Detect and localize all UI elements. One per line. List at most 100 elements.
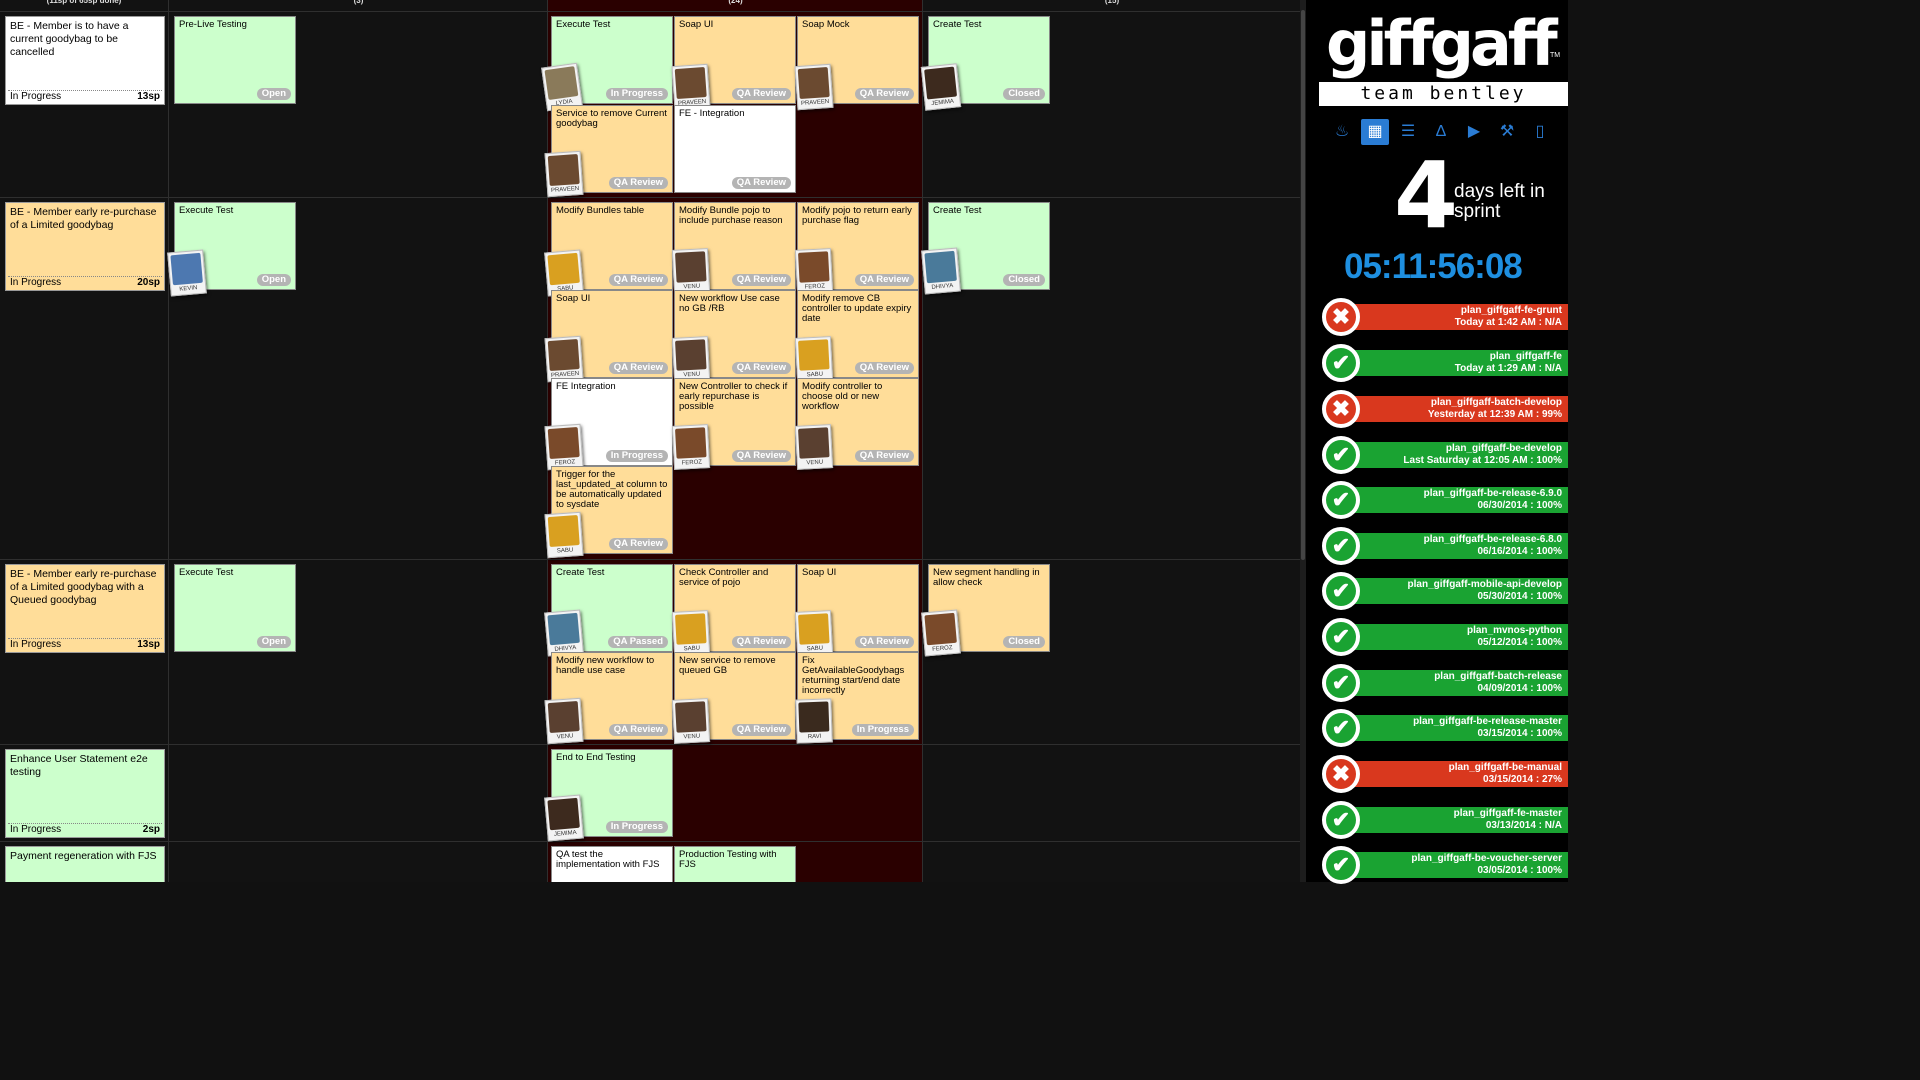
task-card[interactable]: Modify new workflow to handle use case Q… <box>544 652 673 745</box>
task-card[interactable]: New service to remove queued GB QA Revie… <box>671 652 796 744</box>
build-status-item[interactable]: plan_giffgaff-fe Today at 1:29 AM : N/A ✔ <box>1322 344 1568 382</box>
task-card[interactable]: Create Test Closed JEMIMA <box>920 16 1050 111</box>
build-plan-name: plan_giffgaff-mobile-api-develop <box>1407 579 1562 590</box>
task-card[interactable]: FE Integration In Progress FEROZ <box>544 378 673 471</box>
task-card[interactable]: End to End Testing In Progress JEMIMA <box>544 749 673 842</box>
build-status-item[interactable]: plan_mvnos-python 05/12/2014 : 100% ✔ <box>1322 618 1568 656</box>
days-left-label: days left in sprint <box>1454 181 1545 222</box>
task-card[interactable]: Modify controller to choose old or new w… <box>794 378 919 470</box>
build-status-item[interactable]: plan_giffgaff-be-release-6.8.0 06/16/2014… <box>1322 527 1568 565</box>
build-plan-detail: Last Saturday at 12:05 AM : 100% <box>1403 455 1562 466</box>
task-card[interactable]: Create Test QA Passed DHIVYA <box>544 564 673 657</box>
avatar-photo <box>924 66 958 100</box>
task-status-badge: QA Review <box>854 88 914 100</box>
task-card[interactable]: Fix GetAvailableGoodybags returning star… <box>795 652 919 744</box>
assignee-name: KEVIN <box>179 285 198 293</box>
build-status-item[interactable]: plan_giffgaff-fe-master 03/13/2014 : N/A … <box>1322 801 1568 839</box>
pass-check-icon: ✔ <box>1326 850 1356 880</box>
assignee-avatar: VENU <box>671 336 711 382</box>
task-card[interactable]: Modify pojo to return early purchase fla… <box>794 202 919 294</box>
task-status-badge: QA Review <box>854 362 914 374</box>
task-card[interactable]: Modify Bundles table QA Review SABU <box>544 202 673 297</box>
task-title: Pre-Live Testing <box>179 20 247 30</box>
book-icon[interactable]: ▯ <box>1526 119 1554 145</box>
build-plan-name: plan_giffgaff-be-voucher-server <box>1411 853 1562 864</box>
task-card[interactable]: Execute Test In Progress LYDIA <box>541 16 673 112</box>
grid-icon[interactable]: ▦ <box>1361 119 1389 145</box>
story-card[interactable]: BE - Member early re-purchase of a Limit… <box>5 202 165 291</box>
build-status-item[interactable]: plan_giffgaff-be-develop Last Saturday at… <box>1322 436 1568 474</box>
task-card[interactable]: Soap UI QA Review PRAVEEN <box>544 290 673 383</box>
task-card[interactable]: Pre-Live Testing Open <box>174 16 296 104</box>
story-status: In Progress <box>10 824 62 835</box>
build-plan-name: plan_giffgaff-be-release-master <box>1413 716 1562 727</box>
task-card[interactable]: QA test the implementation with FJS <box>551 846 673 882</box>
assignee-avatar: KEVIN <box>167 249 207 297</box>
avatar-photo <box>547 426 580 460</box>
row-divider <box>0 197 1300 198</box>
task-card[interactable]: Soap UI QA Review PRAVEEN <box>671 16 796 111</box>
build-plan-name: plan_giffgaff-fe-master <box>1453 808 1562 819</box>
row-divider <box>0 559 1300 560</box>
assignee-avatar: PRAVEEN <box>544 335 584 383</box>
story-points: 13sp <box>137 91 160 102</box>
avatar-photo <box>675 251 707 283</box>
task-card[interactable]: Soap UI QA Review SABU <box>794 564 919 656</box>
build-status-item[interactable]: plan_giffgaff-be-release-6.9.0 06/30/2014… <box>1322 481 1568 519</box>
story-title: BE - Member early re-purchase of a Limit… <box>10 568 157 606</box>
story-card[interactable]: BE - Member is to have a current goodyba… <box>5 16 165 105</box>
task-card[interactable]: FE - Integration QA Review <box>674 105 796 193</box>
task-card[interactable]: Create Test Closed DHIVYA <box>921 202 1050 295</box>
build-status-item[interactable]: plan_giffgaff-be-manual 03/15/2014 : 27% … <box>1322 755 1568 793</box>
build-plan-name: plan_giffgaff-fe-grunt <box>1460 305 1562 316</box>
build-status-item[interactable]: plan_giffgaff-be-release-master 03/15/201… <box>1322 709 1568 747</box>
team-name: team bentley <box>1319 82 1568 106</box>
task-card[interactable]: New workflow Use case no GB /RB QA Revie… <box>671 290 796 382</box>
build-plan-detail: 05/12/2014 : 100% <box>1477 637 1562 648</box>
build-status-item[interactable]: plan_giffgaff-batch-release 04/09/2014 : … <box>1322 664 1568 702</box>
task-card[interactable]: New segment handling in allow check Clos… <box>921 564 1050 657</box>
task-card[interactable]: Check Controller and service of pojo QA … <box>671 564 796 656</box>
build-plan-detail: 03/13/2014 : N/A <box>1485 820 1562 831</box>
assignee-avatar: SABU <box>671 610 711 656</box>
assignee-avatar: VENU <box>544 697 584 745</box>
task-card[interactable]: Modify remove CB controller to update ex… <box>794 290 919 382</box>
build-plan-name: plan_giffgaff-batch-release <box>1434 671 1562 682</box>
play-icon[interactable]: ▶ <box>1460 119 1488 145</box>
task-card[interactable]: Soap Mock QA Review PRAVEEN <box>794 16 919 111</box>
avatar-photo <box>547 252 580 286</box>
task-card[interactable]: Execute Test Open <box>174 564 296 652</box>
task-status-badge: QA Review <box>731 636 791 648</box>
board-scrollbar-thumb[interactable] <box>1301 10 1305 560</box>
build-status-item[interactable]: plan_giffgaff-fe-grunt Today at 1:42 AM :… <box>1322 298 1568 336</box>
build-status-item[interactable]: plan_giffgaff-be-voucher-server 03/05/201… <box>1322 846 1568 884</box>
assignee-avatar: DHIVYA <box>544 609 584 657</box>
flame-icon[interactable]: ♨ <box>1328 119 1356 145</box>
task-card[interactable]: New Controller to check if early repurch… <box>671 378 796 470</box>
avatar-photo <box>798 339 830 371</box>
story-card[interactable]: Enhance User Statement e2e testing In Pr… <box>5 749 165 838</box>
task-card[interactable]: Modify Bundle pojo to include purchase r… <box>671 202 796 294</box>
task-status-badge: QA Review <box>731 724 791 736</box>
wrench-icon[interactable]: ⚒ <box>1493 119 1521 145</box>
build-plan-detail: Today at 1:29 AM : N/A <box>1454 363 1562 374</box>
assignee-avatar: VENU <box>671 248 711 294</box>
story-card[interactable]: Payment regeneration with FJS <box>5 846 165 882</box>
task-card[interactable]: Trigger for the last_updated_at column t… <box>544 466 673 559</box>
story-title: BE - Member is to have a current goodyba… <box>10 20 129 58</box>
column-header-inprogress: (24) <box>728 0 743 5</box>
assignee-avatar: SABU <box>794 336 834 382</box>
build-status-item[interactable]: plan_giffgaff-batch-develop Yesterday at … <box>1322 390 1568 428</box>
pass-check-icon: ✔ <box>1326 348 1356 378</box>
assignee-avatar: FEROZ <box>794 248 834 294</box>
row-divider <box>0 744 1300 745</box>
build-status-item[interactable]: plan_giffgaff-mobile-api-develop 05/30/20… <box>1322 572 1568 610</box>
task-title: QA test the implementation with FJS <box>556 850 660 870</box>
task-card[interactable]: Service to remove Current goodybag QA Re… <box>544 105 673 198</box>
assignee-avatar: FEROZ <box>671 424 711 470</box>
story-card[interactable]: BE - Member early re-purchase of a Limit… <box>5 564 165 653</box>
avatar-photo <box>544 66 579 100</box>
task-card[interactable]: Execute Test Open KEVIN <box>167 202 296 297</box>
task-card[interactable]: Production Testing with FJS <box>674 846 796 882</box>
sprint-countdown-timer: 05:11:56:08 <box>1344 247 1523 286</box>
